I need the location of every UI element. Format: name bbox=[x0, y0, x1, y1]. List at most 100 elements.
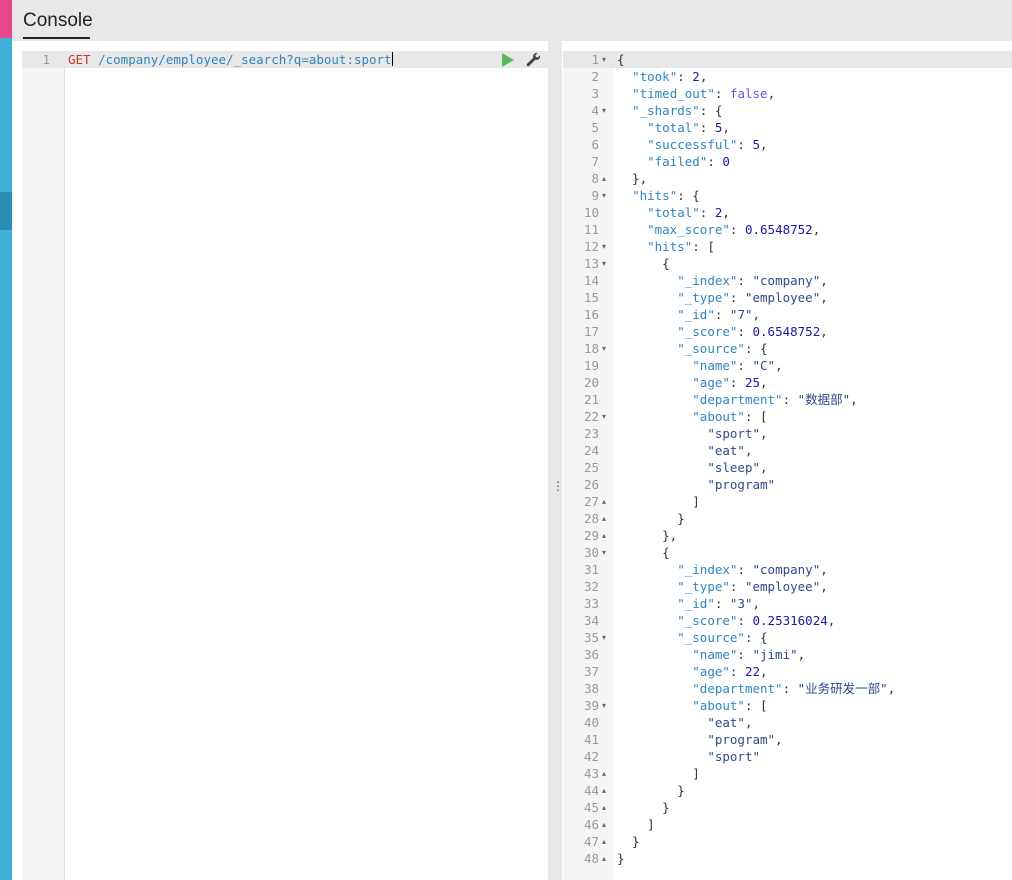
line-number: 9 bbox=[591, 188, 599, 203]
fold-end-icon[interactable]: ▴ bbox=[602, 799, 610, 816]
response-line: 28 ▴ } bbox=[563, 510, 1012, 527]
fold-collapse-icon[interactable]: ▾ bbox=[602, 51, 610, 68]
fold-end-icon[interactable]: ▴ bbox=[602, 527, 610, 544]
line-number: 37 bbox=[583, 664, 599, 679]
response-line: 44 ▴ } bbox=[563, 782, 1012, 799]
request-line-number: 1 bbox=[42, 52, 50, 67]
text-cursor bbox=[391, 52, 393, 66]
code-text: }, bbox=[617, 528, 678, 543]
code-text: "program" bbox=[707, 477, 776, 492]
response-viewer[interactable]: 1 ▾{2 "took": 2, 3 "timed_out": false, 4 ▾ "… bbox=[563, 51, 1012, 880]
code-text: "_score": 0.6548752, bbox=[677, 324, 828, 339]
fold-collapse-icon[interactable]: ▾ bbox=[602, 629, 610, 646]
response-line: 31 "_index": "company", bbox=[563, 561, 1012, 578]
line-number: 14 bbox=[583, 273, 599, 288]
fold-collapse-icon[interactable]: ▾ bbox=[602, 238, 610, 255]
fold-collapse-icon[interactable]: ▾ bbox=[602, 340, 610, 357]
code-text: "age": 25, bbox=[692, 375, 768, 390]
left-nav-rail bbox=[0, 0, 12, 880]
fold-collapse-icon[interactable]: ▾ bbox=[602, 697, 610, 714]
code-text: "_shards": { bbox=[632, 103, 723, 118]
response-line: 3 "timed_out": false, bbox=[563, 85, 1012, 102]
fold-collapse-icon[interactable]: ▾ bbox=[602, 187, 610, 204]
nav-accent-active bbox=[0, 192, 12, 230]
response-line: 21 "department": "数据部", bbox=[563, 391, 1012, 408]
line-number: 29 bbox=[583, 528, 599, 543]
code-text: "_index": "company", bbox=[677, 273, 828, 288]
line-number: 21 bbox=[583, 392, 599, 407]
request-gutter bbox=[22, 51, 65, 880]
code-text: ] bbox=[617, 766, 700, 781]
fold-end-icon[interactable]: ▴ bbox=[602, 782, 610, 799]
code-text: "name": "jimi", bbox=[692, 647, 806, 662]
response-line: 22 ▾ "about": [ bbox=[563, 408, 1012, 425]
line-number: 33 bbox=[583, 596, 599, 611]
line-number: 41 bbox=[583, 732, 599, 747]
play-icon[interactable] bbox=[499, 52, 515, 68]
nav-accent-pink bbox=[0, 0, 12, 38]
response-line: 14 "_index": "company", bbox=[563, 272, 1012, 289]
fold-end-icon[interactable]: ▴ bbox=[602, 510, 610, 527]
fold-collapse-icon[interactable]: ▾ bbox=[602, 102, 610, 119]
response-line: 47 ▴ } bbox=[563, 833, 1012, 850]
response-line: 10 "total": 2, bbox=[563, 204, 1012, 221]
line-number: 13 bbox=[583, 256, 599, 271]
response-line: 48 ▴} bbox=[563, 850, 1012, 867]
line-number: 18 bbox=[583, 341, 599, 356]
fold-end-icon[interactable]: ▴ bbox=[602, 493, 610, 510]
code-text: "hits": { bbox=[632, 188, 700, 203]
line-number: 48 bbox=[583, 851, 599, 866]
code-text: "eat", bbox=[707, 715, 753, 730]
pane-divider[interactable]: ⋮ bbox=[548, 41, 564, 880]
fold-end-icon[interactable]: ▴ bbox=[602, 833, 610, 850]
line-number: 24 bbox=[583, 443, 599, 458]
code-text: "_score": 0.25316024, bbox=[677, 613, 836, 628]
code-text: "total": 5, bbox=[647, 120, 730, 135]
response-line: 39 ▾ "about": [ bbox=[563, 697, 1012, 714]
code-text: } bbox=[617, 511, 685, 526]
response-line: 38 "department": "业务研发一部", bbox=[563, 680, 1012, 697]
fold-collapse-icon[interactable]: ▾ bbox=[602, 255, 610, 272]
fold-end-icon[interactable]: ▴ bbox=[602, 850, 610, 867]
line-number: 32 bbox=[583, 579, 599, 594]
fold-collapse-icon[interactable]: ▾ bbox=[602, 544, 610, 561]
code-text: { bbox=[617, 256, 670, 271]
response-line: 20 "age": 25, bbox=[563, 374, 1012, 391]
line-number: 12 bbox=[583, 239, 599, 254]
tab-console[interactable]: Console bbox=[23, 10, 93, 32]
code-text: } bbox=[617, 800, 670, 815]
line-number: 27 bbox=[583, 494, 599, 509]
line-number: 19 bbox=[583, 358, 599, 373]
fold-end-icon[interactable]: ▴ bbox=[602, 170, 610, 187]
fold-end-icon[interactable]: ▴ bbox=[602, 765, 610, 782]
request-editor[interactable]: 1 GET /company/employee/_search?q=about:… bbox=[22, 51, 548, 880]
response-line: 2 "took": 2, bbox=[563, 68, 1012, 85]
response-line: 36 "name": "jimi", bbox=[563, 646, 1012, 663]
response-line: 34 "_score": 0.25316024, bbox=[563, 612, 1012, 629]
response-line: 24 "eat", bbox=[563, 442, 1012, 459]
response-line: 16 "_id": "7", bbox=[563, 306, 1012, 323]
response-line: 41 "program", bbox=[563, 731, 1012, 748]
fold-collapse-icon[interactable]: ▾ bbox=[602, 408, 610, 425]
code-text: } bbox=[617, 851, 625, 866]
code-text: "name": "C", bbox=[692, 358, 783, 373]
response-line: 13 ▾ { bbox=[563, 255, 1012, 272]
line-number: 23 bbox=[583, 426, 599, 441]
line-number: 1 bbox=[591, 52, 599, 67]
line-number: 16 bbox=[583, 307, 599, 322]
fold-end-icon[interactable]: ▴ bbox=[602, 816, 610, 833]
line-number: 25 bbox=[583, 460, 599, 475]
request-text[interactable]: GET /company/employee/_search?q=about:sp… bbox=[68, 51, 393, 68]
line-number: 47 bbox=[583, 834, 599, 849]
response-line: 17 "_score": 0.6548752, bbox=[563, 323, 1012, 340]
request-url: /company/employee/_search?q=about:sport bbox=[90, 52, 392, 67]
wrench-icon[interactable] bbox=[524, 51, 542, 69]
code-text: "failed": 0 bbox=[647, 154, 730, 169]
line-number: 34 bbox=[583, 613, 599, 628]
code-text: "_id": "7", bbox=[677, 307, 761, 322]
code-text: "successful": 5, bbox=[647, 137, 768, 152]
code-text: "took": 2, bbox=[632, 69, 708, 84]
request-line[interactable]: 1 GET /company/employee/_search?q=about:… bbox=[22, 51, 548, 68]
response-line: 1 ▾ { bbox=[563, 51, 1012, 68]
tab-active-underline bbox=[23, 37, 90, 39]
